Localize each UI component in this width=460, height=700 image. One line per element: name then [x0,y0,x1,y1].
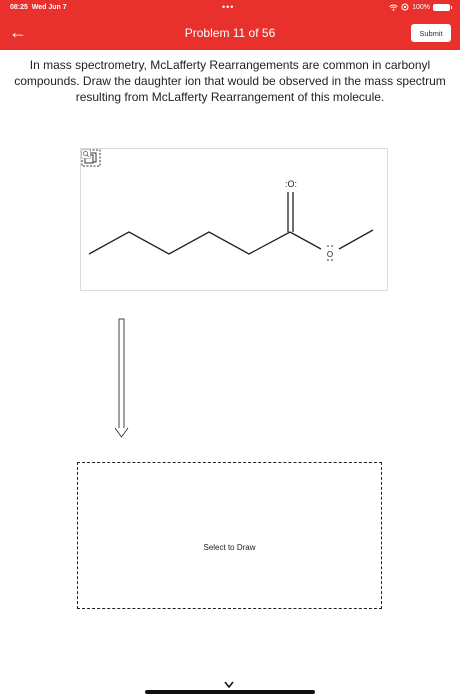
answer-draw-area[interactable]: Select to Draw [77,462,382,609]
battery-percent: 100% [412,3,430,11]
molecule-structure: :O: O [88,179,374,261]
page-title: Problem 11 of 56 [184,26,276,40]
carbonyl-oxygen-label: :O: [285,179,297,189]
down-arrow-icon [114,318,129,438]
ester-bond-oc [338,229,374,250]
chevron-down-icon[interactable] [222,680,236,690]
question-text: In mass spectrometry, McLafferty Rearran… [14,58,446,104]
status-time: 08:25 Wed Jun 7 [10,4,67,11]
ester-bond-co [289,231,322,250]
multitask-dots[interactable]: ••• [222,2,234,12]
home-indicator[interactable] [145,690,315,694]
wifi-icon [389,4,398,11]
orientation-lock-icon [401,3,409,11]
ester-oxygen-label: O [327,250,333,259]
battery-icon [433,3,452,11]
status-bar: 08:25 Wed Jun 7 ••• 100% [0,0,460,16]
select-to-draw-label: Select to Draw [203,543,256,552]
header-bar: ← Problem 11 of 56 Submit [0,16,460,50]
submit-button[interactable]: Submit [411,24,451,42]
status-right: 100% [389,3,452,11]
carbon-chain [88,231,291,255]
zoom-icon[interactable] [81,149,91,159]
molecule-panel[interactable]: :O: O [80,148,388,291]
